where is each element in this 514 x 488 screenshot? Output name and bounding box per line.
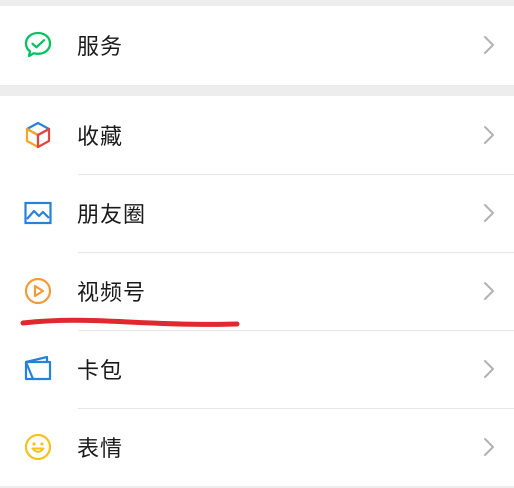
menu-item-label: 收藏 [77,125,124,150]
menu-item-favorites[interactable]: 收藏 [0,96,514,174]
chevron-right-icon [484,438,494,456]
chevron-right-icon [484,360,494,378]
sticker-smile-icon [22,431,54,463]
menu-item-moments[interactable]: 朋友圈 [0,174,514,252]
menu-group-main: 收藏 朋友圈 视频号 卡包 表情 [0,96,514,486]
menu-item-channels[interactable]: 视频号 [0,252,514,330]
menu-item-services[interactable]: 服务 [0,6,514,84]
menu-item-label: 朋友圈 [77,203,147,228]
chevron-right-icon [484,204,494,222]
menu-item-label: 服务 [77,35,124,60]
favorites-cube-icon [22,119,54,151]
menu-item-label: 视频号 [77,281,147,306]
channels-play-icon [22,275,54,307]
service-check-icon [22,29,54,61]
wechat-me-menu: 服务 收藏 朋友圈 视频号 卡包 表情 [0,0,514,488]
menu-item-stickers[interactable]: 表情 [0,408,514,486]
menu-item-label: 表情 [77,437,124,462]
menu-group-services: 服务 [0,6,514,85]
menu-item-label: 卡包 [77,359,124,384]
chevron-right-icon [484,36,494,54]
card-wallet-icon [22,353,54,385]
menu-item-card-wallet[interactable]: 卡包 [0,330,514,408]
chevron-right-icon [484,126,494,144]
moments-picture-icon [22,197,54,229]
chevron-right-icon [484,282,494,300]
